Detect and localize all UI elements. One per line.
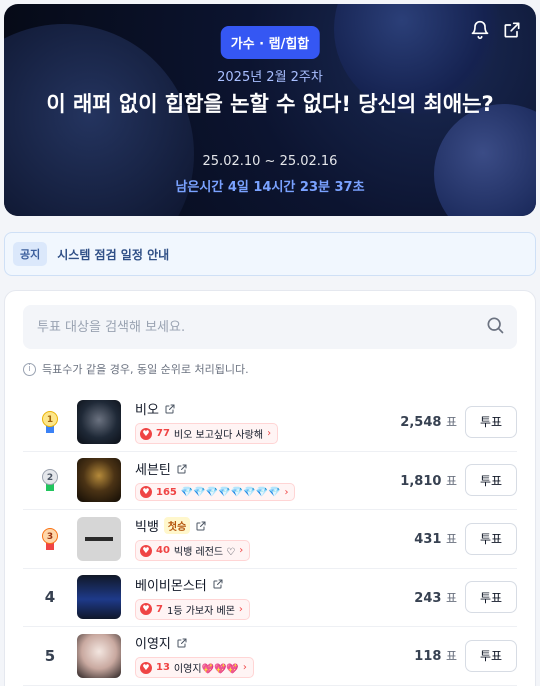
candidate-info: 세븐틴 ♥ 165 💎💎💎💎💎💎💎💎 ›	[135, 459, 387, 502]
cheer-message[interactable]: ♥ 165 💎💎💎💎💎💎💎💎 ›	[135, 483, 296, 502]
tie-rule-text: 득표수가 같을 경우, 동일 순위로 처리됩니다.	[42, 363, 249, 376]
list-item: 3 빅뱅 첫승 ♥ 40 빅뱅 레전드 ♡ › 431 표 투표	[23, 510, 517, 569]
rank-number: 2	[42, 469, 58, 486]
vote-count: 1,810 표	[400, 473, 457, 489]
heart-icon: ♥	[140, 544, 152, 557]
vote-count: 431 표	[414, 532, 457, 548]
chevron-right-icon: ›	[242, 662, 247, 674]
cheer-text: 1등 가보자 베몬	[166, 605, 235, 617]
rank-number: 4	[44, 588, 56, 607]
list-item: 1 비오 ♥ 77 비오 보고싶다 사랑해 › 2,548 표 투표	[23, 393, 517, 452]
gold-medal-icon: 1	[42, 410, 58, 433]
candidate-photo[interactable]	[77, 575, 121, 620]
heart-icon: ♥	[140, 427, 152, 440]
cheer-count: 40	[156, 545, 170, 557]
external-link-icon[interactable]	[176, 637, 188, 649]
external-link-icon[interactable]	[195, 520, 207, 532]
list-item: 4 베이비몬스터 ♥ 7 1등 가보자 베몬 › 243 표 투표	[23, 569, 517, 627]
date-range: 25.02.10 ~ 25.02.16	[202, 154, 338, 169]
notice-text: 시스템 점검 일정 안내	[57, 247, 170, 262]
search-input[interactable]	[37, 319, 485, 335]
cheer-count: 7	[156, 603, 163, 615]
candidate-name[interactable]: 세븐틴	[135, 459, 171, 478]
candidate-name[interactable]: 빅뱅	[135, 516, 159, 535]
vote-count: 118 표	[414, 649, 457, 665]
list-item: 5 이영지 ♥ 13 이영지💖💖💖 › 118 표 투표	[23, 627, 517, 686]
vote-button[interactable]: 투표	[465, 522, 517, 555]
candidate-name[interactable]: 비오	[135, 399, 159, 418]
cheer-text: 빅뱅 레전드 ♡	[173, 547, 236, 559]
hero-actions	[470, 20, 522, 40]
candidate-info: 이영지 ♥ 13 이영지💖💖💖 ›	[135, 633, 387, 679]
candidate-list: 1 비오 ♥ 77 비오 보고싶다 사랑해 › 2,548 표 투표 2 세븐틴…	[23, 393, 517, 686]
heart-icon: ♥	[140, 661, 152, 674]
remaining-time: 남은시간 4일 14시간 23분 37초	[175, 180, 365, 195]
category-chip: 가수 · 랩/힙합	[220, 26, 320, 59]
cheer-message[interactable]: ♥ 40 빅뱅 레전드 ♡ ›	[135, 540, 251, 562]
chevron-right-icon: ›	[267, 428, 272, 440]
cheer-count: 77	[156, 428, 170, 440]
external-link-icon[interactable]	[212, 578, 224, 590]
list-item: 2 세븐틴 ♥ 165 💎💎💎💎💎💎💎💎 › 1,810 표 투표	[23, 452, 517, 510]
cheer-count: 13	[156, 662, 170, 674]
vote-button[interactable]: 투표	[465, 639, 517, 672]
candidate-photo[interactable]	[77, 633, 121, 678]
week-label: 2025년 2월 2주차	[217, 70, 323, 85]
info-icon: i	[23, 362, 36, 376]
candidate-photo[interactable]	[77, 458, 121, 503]
first-win-badge: 첫승	[163, 517, 191, 535]
search-icon[interactable]	[485, 315, 505, 339]
rank-number: 5	[44, 646, 56, 665]
candidate-info: 비오 ♥ 77 비오 보고싶다 사랑해 ›	[135, 399, 387, 445]
candidate-photo[interactable]	[77, 399, 121, 444]
chevron-right-icon: ›	[284, 486, 289, 498]
rank-number: 1	[42, 410, 58, 427]
notice-banner[interactable]: 공지 시스템 점검 일정 안내	[4, 232, 536, 276]
chevron-right-icon: ›	[239, 545, 244, 557]
cheer-text: 이영지💖💖💖	[173, 664, 239, 676]
vote-button[interactable]: 투표	[465, 464, 517, 497]
page-title: 이 래퍼 없이 힙합을 논할 수 없다! 당신의 최애는?	[46, 92, 494, 116]
hero-banner: 가수 · 랩/힙합 2025년 2월 2주차 이 래퍼 없이 힙합을 논할 수 …	[4, 4, 536, 216]
candidate-photo[interactable]	[77, 516, 121, 561]
chevron-right-icon: ›	[238, 603, 243, 615]
rank-cell: 1	[23, 410, 77, 433]
cheer-count: 165	[156, 486, 177, 498]
vote-count: 243 표	[414, 590, 457, 606]
cheer-message[interactable]: ♥ 13 이영지💖💖💖 ›	[135, 657, 254, 679]
notice-tag: 공지	[13, 242, 48, 266]
rank-cell: 2	[23, 469, 77, 492]
search-bar	[23, 305, 517, 349]
rank-number: 3	[42, 527, 58, 544]
share-icon[interactable]	[502, 20, 522, 40]
ranking-card: i 득표수가 같을 경우, 동일 순위로 처리됩니다. 1 비오	[4, 290, 536, 686]
silver-medal-icon: 2	[42, 469, 58, 492]
rank-cell: 3	[23, 527, 77, 550]
candidate-info: 빅뱅 첫승 ♥ 40 빅뱅 레전드 ♡ ›	[135, 516, 387, 562]
candidate-name[interactable]: 이영지	[135, 633, 171, 652]
bell-icon[interactable]	[470, 20, 490, 40]
cheer-message[interactable]: ♥ 7 1등 가보자 베몬 ›	[135, 598, 250, 620]
heart-icon: ♥	[140, 603, 152, 616]
tie-rule-note: i 득표수가 같을 경우, 동일 순위로 처리됩니다.	[23, 361, 517, 377]
heart-icon: ♥	[140, 486, 152, 499]
external-link-icon[interactable]	[176, 463, 188, 475]
bronze-medal-icon: 3	[42, 527, 58, 550]
vote-count: 2,548 표	[400, 415, 457, 431]
candidate-name[interactable]: 베이비몬스터	[135, 575, 207, 594]
vote-button[interactable]: 투표	[465, 405, 517, 438]
cheer-text: 💎💎💎💎💎💎💎💎	[180, 486, 281, 498]
cheer-message[interactable]: ♥ 77 비오 보고싶다 사랑해 ›	[135, 423, 279, 445]
external-link-icon[interactable]	[164, 403, 176, 415]
candidate-info: 베이비몬스터 ♥ 7 1등 가보자 베몬 ›	[135, 575, 387, 620]
vote-button[interactable]: 투표	[465, 581, 517, 614]
cheer-text: 비오 보고싶다 사랑해	[173, 430, 264, 442]
page: 가수 · 랩/힙합 2025년 2월 2주차 이 래퍼 없이 힙합을 논할 수 …	[0, 0, 540, 686]
